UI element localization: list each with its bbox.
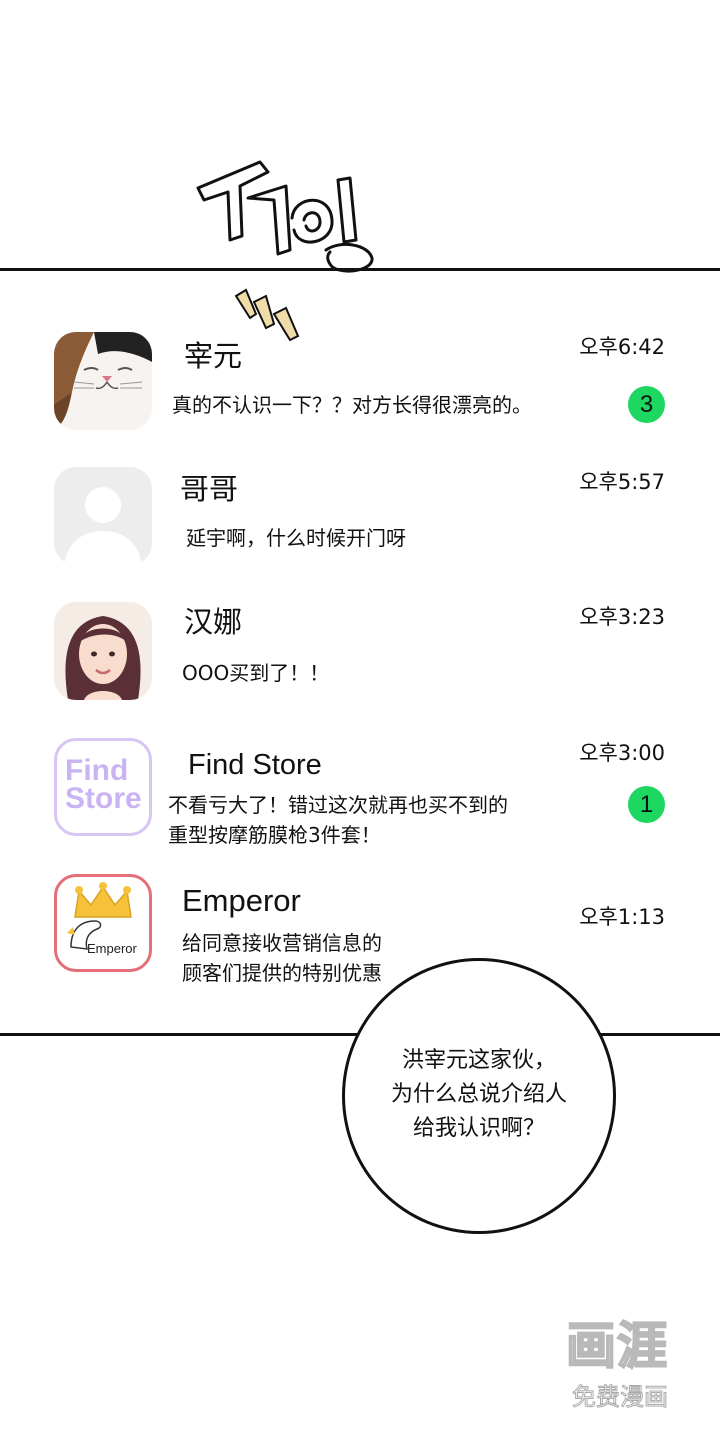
message-line: 重型按摩筋膜枪3件套！: [168, 823, 381, 847]
message-time: 오후3:23: [579, 605, 665, 629]
message-time: 오후1:13: [579, 905, 665, 929]
message-time: 오후3:00: [579, 741, 665, 765]
message-preview: 延宇啊，什么时候开门呀: [186, 526, 406, 550]
speech-bubble: 洪宰元这家伙， 为什么总说介绍人 给我认识啊？: [342, 958, 616, 1234]
message-line: 顾客们提供的特别优惠: [182, 961, 382, 985]
emperor-logo-text: Emperor: [87, 941, 137, 956]
message-preview: 给同意接收营销信息的 顾客们提供的特别优惠: [182, 928, 382, 988]
message-time: 오후5:57: [579, 470, 665, 494]
speech-line: 洪宰元这家伙，: [401, 1048, 556, 1073]
chat-item-hanna[interactable]: 汉娜 오후3:23 OOO买到了！！: [0, 602, 720, 712]
speech-line: 给我认识啊？: [412, 1116, 545, 1141]
unread-badge: 3: [628, 386, 665, 423]
message-time: 오후6:42: [579, 335, 665, 359]
message-preview: 真的不认识一下？？对方长得很漂亮的。: [172, 393, 532, 417]
contact-name: 宰元: [184, 341, 243, 373]
message-line: 不看亏大了！错过这次就再也买不到的: [168, 793, 508, 817]
contact-name: Emperor: [182, 883, 301, 918]
calico-cat-avatar: [54, 332, 152, 430]
watermark-subtitle: 免费漫画: [572, 1383, 669, 1412]
unread-badge: 1: [628, 786, 665, 823]
contact-name: Find Store: [188, 749, 322, 781]
chat-item-jaewon[interactable]: 宰元 오후6:42 真的不认识一下？？对方长得很漂亮的。 3: [0, 332, 720, 442]
message-preview: OOO买到了！！: [182, 661, 330, 685]
chat-item-emperor[interactable]: Emperor Emperor 오후1:13 给同意接收营销信息的 顾客们提供的…: [0, 874, 720, 985]
emperor-eagle-crown-logo: Emperor: [54, 874, 152, 972]
contact-name: 哥哥: [180, 474, 239, 506]
find-store-logo: Find Store: [54, 738, 152, 836]
panel-border-top: [0, 268, 720, 271]
default-person-avatar: [54, 467, 152, 565]
chat-item-brother[interactable]: 哥哥 오후5:57 延宇啊，什么时候开门呀: [0, 467, 720, 577]
find-store-logo-text: Find Store: [65, 754, 142, 815]
speech-line: 为什么总说介绍人: [390, 1082, 567, 1107]
watermark-logo: 画涯: [565, 1317, 668, 1375]
woman-portrait-avatar: [54, 602, 152, 700]
message-line: 给同意接收营销信息的: [182, 931, 382, 955]
contact-name: 汉娜: [184, 607, 243, 639]
gasp-sound-effect: [196, 160, 374, 273]
message-preview: 不看亏大了！错过这次就再也买不到的 重型按摩筋膜枪3件套！: [168, 790, 508, 850]
chat-item-find-store[interactable]: Find Store Find Store 오후3:00 不看亏大了！错过这次就…: [0, 738, 720, 848]
